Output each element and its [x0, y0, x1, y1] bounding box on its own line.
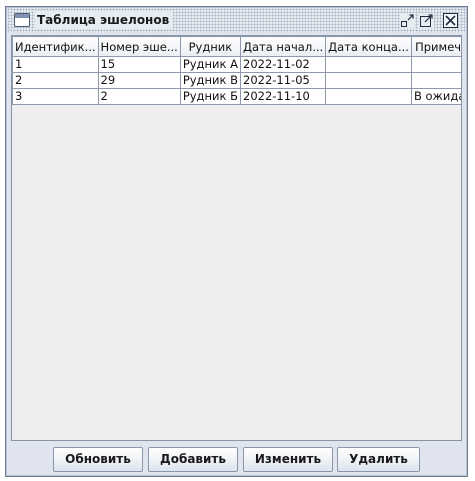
- cell-mine[interactable]: Рудник Б: [179, 88, 242, 105]
- close-icon[interactable]: [443, 13, 458, 28]
- table-header-row: Идентифик... Номер эше... Рудник Дата на…: [12, 36, 461, 57]
- cell-note[interactable]: [410, 72, 461, 89]
- echelon-table: Идентифик... Номер эше... Рудник Дата на…: [12, 36, 461, 105]
- cell-number[interactable]: 2: [97, 88, 181, 105]
- edit-button[interactable]: Изменить: [243, 447, 333, 472]
- column-header-note[interactable]: Примечание: [410, 36, 461, 57]
- cell-start-date[interactable]: 2022-11-10: [239, 88, 327, 105]
- cell-id[interactable]: 2: [12, 72, 99, 89]
- cell-number[interactable]: 29: [97, 72, 181, 89]
- table-row[interactable]: 3 2 Рудник Б 2022-11-10 В ожидани...: [12, 88, 461, 105]
- table-row[interactable]: 2 29 Рудник В 2022-11-05: [12, 72, 461, 89]
- cell-note[interactable]: [410, 56, 461, 73]
- window-icon: [14, 13, 30, 27]
- column-header-mine[interactable]: Рудник: [179, 36, 242, 57]
- button-bar: Обновить Добавить Изменить Удалить: [6, 447, 467, 473]
- internal-frame-window: Таблица эшелонов Идентифик... Номер эше.…: [5, 6, 468, 477]
- column-header-id[interactable]: Идентифик...: [12, 36, 99, 57]
- maximize-icon[interactable]: [419, 13, 434, 28]
- column-header-number[interactable]: Номер эше...: [97, 36, 181, 57]
- cell-start-date[interactable]: 2022-11-05: [239, 72, 327, 89]
- cell-note[interactable]: В ожидани...: [410, 88, 461, 105]
- cell-end-date[interactable]: [325, 56, 412, 73]
- column-header-start-date[interactable]: Дата начал...: [239, 36, 327, 57]
- cell-end-date[interactable]: [325, 72, 412, 89]
- title-bar[interactable]: Таблица эшелонов: [7, 8, 466, 33]
- cell-mine[interactable]: Рудник В: [179, 72, 242, 89]
- cell-start-date[interactable]: 2022-11-02: [239, 56, 327, 73]
- cell-id[interactable]: 1: [12, 56, 99, 73]
- window-title: Таблица эшелонов: [35, 11, 174, 29]
- cell-number[interactable]: 15: [97, 56, 181, 73]
- cell-mine[interactable]: Рудник А: [179, 56, 242, 73]
- refresh-button[interactable]: Обновить: [53, 447, 143, 472]
- delete-button[interactable]: Удалить: [337, 447, 420, 472]
- cell-id[interactable]: 3: [12, 88, 99, 105]
- column-header-end-date[interactable]: Дата конца...: [325, 36, 412, 57]
- minimize-icon[interactable]: [400, 13, 415, 28]
- table-scroll-pane[interactable]: Идентифик... Номер эше... Рудник Дата на…: [11, 35, 462, 441]
- table-row[interactable]: 1 15 Рудник А 2022-11-02: [12, 56, 461, 73]
- cell-end-date[interactable]: [325, 88, 412, 105]
- add-button[interactable]: Добавить: [148, 447, 238, 472]
